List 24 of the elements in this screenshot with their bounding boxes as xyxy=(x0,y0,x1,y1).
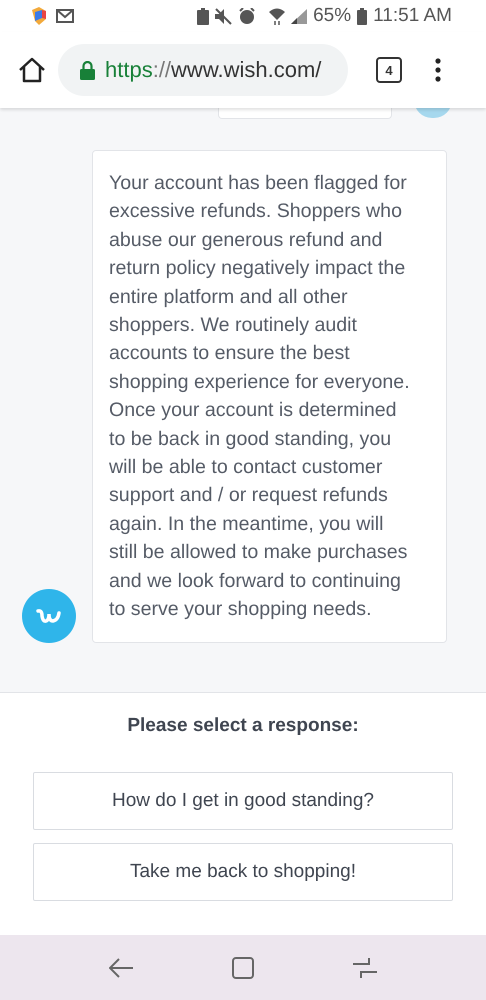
url-text: https://www.wish.com/ xyxy=(105,57,322,83)
battery-icon xyxy=(357,8,368,24)
back-icon[interactable] xyxy=(109,958,134,978)
app-icon xyxy=(32,7,46,25)
battery-saver-icon xyxy=(197,8,210,24)
response-prompt: Please select a response: xyxy=(127,715,359,737)
alarm-icon xyxy=(239,8,256,24)
wifi-icon xyxy=(269,7,286,25)
clock: 11:51 AM xyxy=(373,5,452,27)
address-bar[interactable]: https://www.wish.com/ xyxy=(58,44,348,96)
mute-icon xyxy=(215,8,234,24)
message-text: Your account has been flagged for excessive refunds. Shoppers who abuse our generous refund and return policy negatively impact the entire platform and all other shoppers. We routinely audit accounts to ensure the best shopping experience for everyone. Once your account is determined to be back in good standing, you will be able to contact customer support and / or request refunds again. In the meantime, you will still be allowed to make purchases and we look forward to continuing to serve your shopping needs. xyxy=(92,150,447,642)
recent-apps-icon[interactable] xyxy=(352,956,377,978)
menu-icon[interactable] xyxy=(434,58,442,82)
home-button-icon[interactable] xyxy=(232,956,254,978)
signal-icon xyxy=(291,8,308,24)
response-button[interactable]: Take me back to shopping! xyxy=(33,843,453,901)
mail-icon xyxy=(56,9,74,23)
battery-percent: 65% xyxy=(313,5,352,27)
lock-icon xyxy=(80,60,95,80)
home-icon[interactable] xyxy=(18,57,46,83)
wish-logo-icon xyxy=(22,588,76,642)
tab-count-button[interactable]: 4 xyxy=(376,57,402,83)
response-button[interactable]: How do I get in good standing? xyxy=(33,772,453,830)
